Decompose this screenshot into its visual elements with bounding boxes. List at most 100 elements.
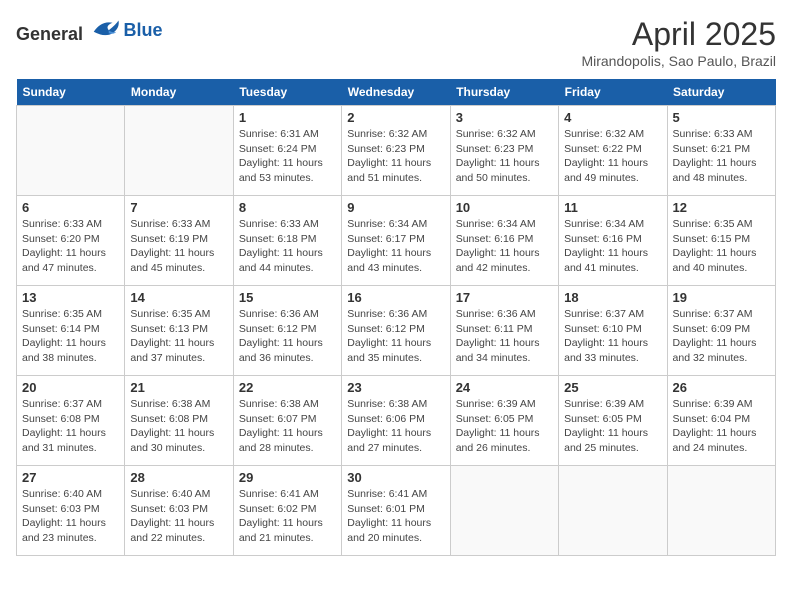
day-number: 30 <box>347 470 444 485</box>
calendar-cell: 2 Sunrise: 6:32 AMSunset: 6:23 PMDaylight… <box>342 106 450 196</box>
day-number: 19 <box>673 290 770 305</box>
day-number: 29 <box>239 470 336 485</box>
page-header: General Blue April 2025 Mirandopolis, Sa… <box>16 16 776 69</box>
day-number: 24 <box>456 380 553 395</box>
day-number: 23 <box>347 380 444 395</box>
day-info: Sunrise: 6:41 AMSunset: 6:01 PMDaylight:… <box>347 487 444 546</box>
calendar-cell: 11Sunrise: 6:34 AMSunset: 6:16 PMDayligh… <box>559 196 667 286</box>
logo-bird-icon <box>90 16 120 40</box>
day-number: 26 <box>673 380 770 395</box>
calendar-cell: 30 Sunrise: 6:41 AMSunset: 6:01 PMDayligh… <box>342 466 450 556</box>
day-number: 5 <box>673 110 770 125</box>
day-info: Sunrise: 6:36 AMSunset: 6:12 PMDaylight:… <box>347 307 444 366</box>
day-info: Sunrise: 6:33 AMSunset: 6:18 PMDaylight:… <box>239 217 336 276</box>
day-info: Sunrise: 6:36 AMSunset: 6:11 PMDaylight:… <box>456 307 553 366</box>
day-number: 15 <box>239 290 336 305</box>
calendar-cell: 7 Sunrise: 6:33 AMSunset: 6:19 PMDaylight… <box>125 196 233 286</box>
logo-blue: Blue <box>124 20 163 40</box>
calendar-cell: 1 Sunrise: 6:31 AMSunset: 6:24 PMDaylight… <box>233 106 341 196</box>
day-info: Sunrise: 6:35 AMSunset: 6:14 PMDaylight:… <box>22 307 119 366</box>
calendar-week-3: 13 Sunrise: 6:35 AMSunset: 6:14 PMDayligh… <box>17 286 776 376</box>
calendar-week-4: 20 Sunrise: 6:37 AMSunset: 6:08 PMDayligh… <box>17 376 776 466</box>
calendar-cell: 24Sunrise: 6:39 AMSunset: 6:05 PMDayligh… <box>450 376 558 466</box>
calendar-cell: 23Sunrise: 6:38 AMSunset: 6:06 PMDayligh… <box>342 376 450 466</box>
day-number: 27 <box>22 470 119 485</box>
weekday-header-thursday: Thursday <box>450 79 558 106</box>
day-info: Sunrise: 6:33 AMSunset: 6:21 PMDaylight:… <box>673 127 770 186</box>
calendar-week-5: 27 Sunrise: 6:40 AMSunset: 6:03 PMDayligh… <box>17 466 776 556</box>
day-number: 8 <box>239 200 336 215</box>
calendar-week-2: 6 Sunrise: 6:33 AMSunset: 6:20 PMDaylight… <box>17 196 776 286</box>
day-number: 11 <box>564 200 661 215</box>
logo-general: General <box>16 24 83 44</box>
day-info: Sunrise: 6:37 AMSunset: 6:10 PMDaylight:… <box>564 307 661 366</box>
day-number: 16 <box>347 290 444 305</box>
calendar-cell: 14 Sunrise: 6:35 AMSunset: 6:13 PMDayligh… <box>125 286 233 376</box>
day-info: Sunrise: 6:35 AMSunset: 6:13 PMDaylight:… <box>130 307 227 366</box>
day-number: 20 <box>22 380 119 395</box>
weekday-header-friday: Friday <box>559 79 667 106</box>
day-info: Sunrise: 6:34 AMSunset: 6:16 PMDaylight:… <box>456 217 553 276</box>
calendar-cell: 17Sunrise: 6:36 AMSunset: 6:11 PMDayligh… <box>450 286 558 376</box>
day-number: 4 <box>564 110 661 125</box>
day-number: 28 <box>130 470 227 485</box>
calendar-cell: 8 Sunrise: 6:33 AMSunset: 6:18 PMDaylight… <box>233 196 341 286</box>
day-number: 3 <box>456 110 553 125</box>
weekday-header-sunday: Sunday <box>17 79 125 106</box>
day-info: Sunrise: 6:32 AMSunset: 6:23 PMDaylight:… <box>347 127 444 186</box>
day-number: 22 <box>239 380 336 395</box>
calendar-week-1: 1 Sunrise: 6:31 AMSunset: 6:24 PMDaylight… <box>17 106 776 196</box>
day-info: Sunrise: 6:33 AMSunset: 6:20 PMDaylight:… <box>22 217 119 276</box>
weekday-header-row: SundayMondayTuesdayWednesdayThursdayFrid… <box>17 79 776 106</box>
calendar-cell: 13 Sunrise: 6:35 AMSunset: 6:14 PMDayligh… <box>17 286 125 376</box>
calendar-cell <box>125 106 233 196</box>
day-info: Sunrise: 6:39 AMSunset: 6:04 PMDaylight:… <box>673 397 770 456</box>
day-info: Sunrise: 6:32 AMSunset: 6:23 PMDaylight:… <box>456 127 553 186</box>
day-info: Sunrise: 6:40 AMSunset: 6:03 PMDaylight:… <box>130 487 227 546</box>
day-info: Sunrise: 6:40 AMSunset: 6:03 PMDaylight:… <box>22 487 119 546</box>
day-info: Sunrise: 6:38 AMSunset: 6:08 PMDaylight:… <box>130 397 227 456</box>
title-area: April 2025 Mirandopolis, Sao Paulo, Braz… <box>581 16 776 69</box>
day-info: Sunrise: 6:37 AMSunset: 6:09 PMDaylight:… <box>673 307 770 366</box>
day-number: 2 <box>347 110 444 125</box>
calendar-body: 1 Sunrise: 6:31 AMSunset: 6:24 PMDaylight… <box>17 106 776 556</box>
calendar-cell: 15 Sunrise: 6:36 AMSunset: 6:12 PMDayligh… <box>233 286 341 376</box>
day-number: 6 <box>22 200 119 215</box>
calendar-cell: 10Sunrise: 6:34 AMSunset: 6:16 PMDayligh… <box>450 196 558 286</box>
day-info: Sunrise: 6:33 AMSunset: 6:19 PMDaylight:… <box>130 217 227 276</box>
day-number: 9 <box>347 200 444 215</box>
day-number: 14 <box>130 290 227 305</box>
calendar-cell: 29 Sunrise: 6:41 AMSunset: 6:02 PMDayligh… <box>233 466 341 556</box>
day-info: Sunrise: 6:31 AMSunset: 6:24 PMDaylight:… <box>239 127 336 186</box>
calendar-cell: 9 Sunrise: 6:34 AMSunset: 6:17 PMDaylight… <box>342 196 450 286</box>
calendar-cell: 25 Sunrise: 6:39 AMSunset: 6:05 PMDayligh… <box>559 376 667 466</box>
day-info: Sunrise: 6:36 AMSunset: 6:12 PMDaylight:… <box>239 307 336 366</box>
day-number: 1 <box>239 110 336 125</box>
calendar-cell: 19 Sunrise: 6:37 AMSunset: 6:09 PMDayligh… <box>667 286 775 376</box>
day-number: 13 <box>22 290 119 305</box>
calendar-cell: 22 Sunrise: 6:38 AMSunset: 6:07 PMDayligh… <box>233 376 341 466</box>
day-info: Sunrise: 6:38 AMSunset: 6:07 PMDaylight:… <box>239 397 336 456</box>
day-info: Sunrise: 6:34 AMSunset: 6:17 PMDaylight:… <box>347 217 444 276</box>
calendar-cell: 27 Sunrise: 6:40 AMSunset: 6:03 PMDayligh… <box>17 466 125 556</box>
calendar-cell: 21 Sunrise: 6:38 AMSunset: 6:08 PMDayligh… <box>125 376 233 466</box>
day-info: Sunrise: 6:41 AMSunset: 6:02 PMDaylight:… <box>239 487 336 546</box>
day-info: Sunrise: 6:37 AMSunset: 6:08 PMDaylight:… <box>22 397 119 456</box>
calendar-title: April 2025 <box>581 16 776 53</box>
calendar-cell: 16 Sunrise: 6:36 AMSunset: 6:12 PMDayligh… <box>342 286 450 376</box>
day-number: 21 <box>130 380 227 395</box>
day-number: 7 <box>130 200 227 215</box>
weekday-header-saturday: Saturday <box>667 79 775 106</box>
calendar-cell <box>667 466 775 556</box>
calendar-cell <box>450 466 558 556</box>
calendar-cell: 26 Sunrise: 6:39 AMSunset: 6:04 PMDayligh… <box>667 376 775 466</box>
day-info: Sunrise: 6:39 AMSunset: 6:05 PMDaylight:… <box>564 397 661 456</box>
calendar-cell: 18Sunrise: 6:37 AMSunset: 6:10 PMDayligh… <box>559 286 667 376</box>
calendar-header: SundayMondayTuesdayWednesdayThursdayFrid… <box>17 79 776 106</box>
day-number: 25 <box>564 380 661 395</box>
day-info: Sunrise: 6:32 AMSunset: 6:22 PMDaylight:… <box>564 127 661 186</box>
calendar-cell: 12Sunrise: 6:35 AMSunset: 6:15 PMDayligh… <box>667 196 775 286</box>
weekday-header-wednesday: Wednesday <box>342 79 450 106</box>
calendar-cell: 6 Sunrise: 6:33 AMSunset: 6:20 PMDaylight… <box>17 196 125 286</box>
calendar-cell <box>559 466 667 556</box>
